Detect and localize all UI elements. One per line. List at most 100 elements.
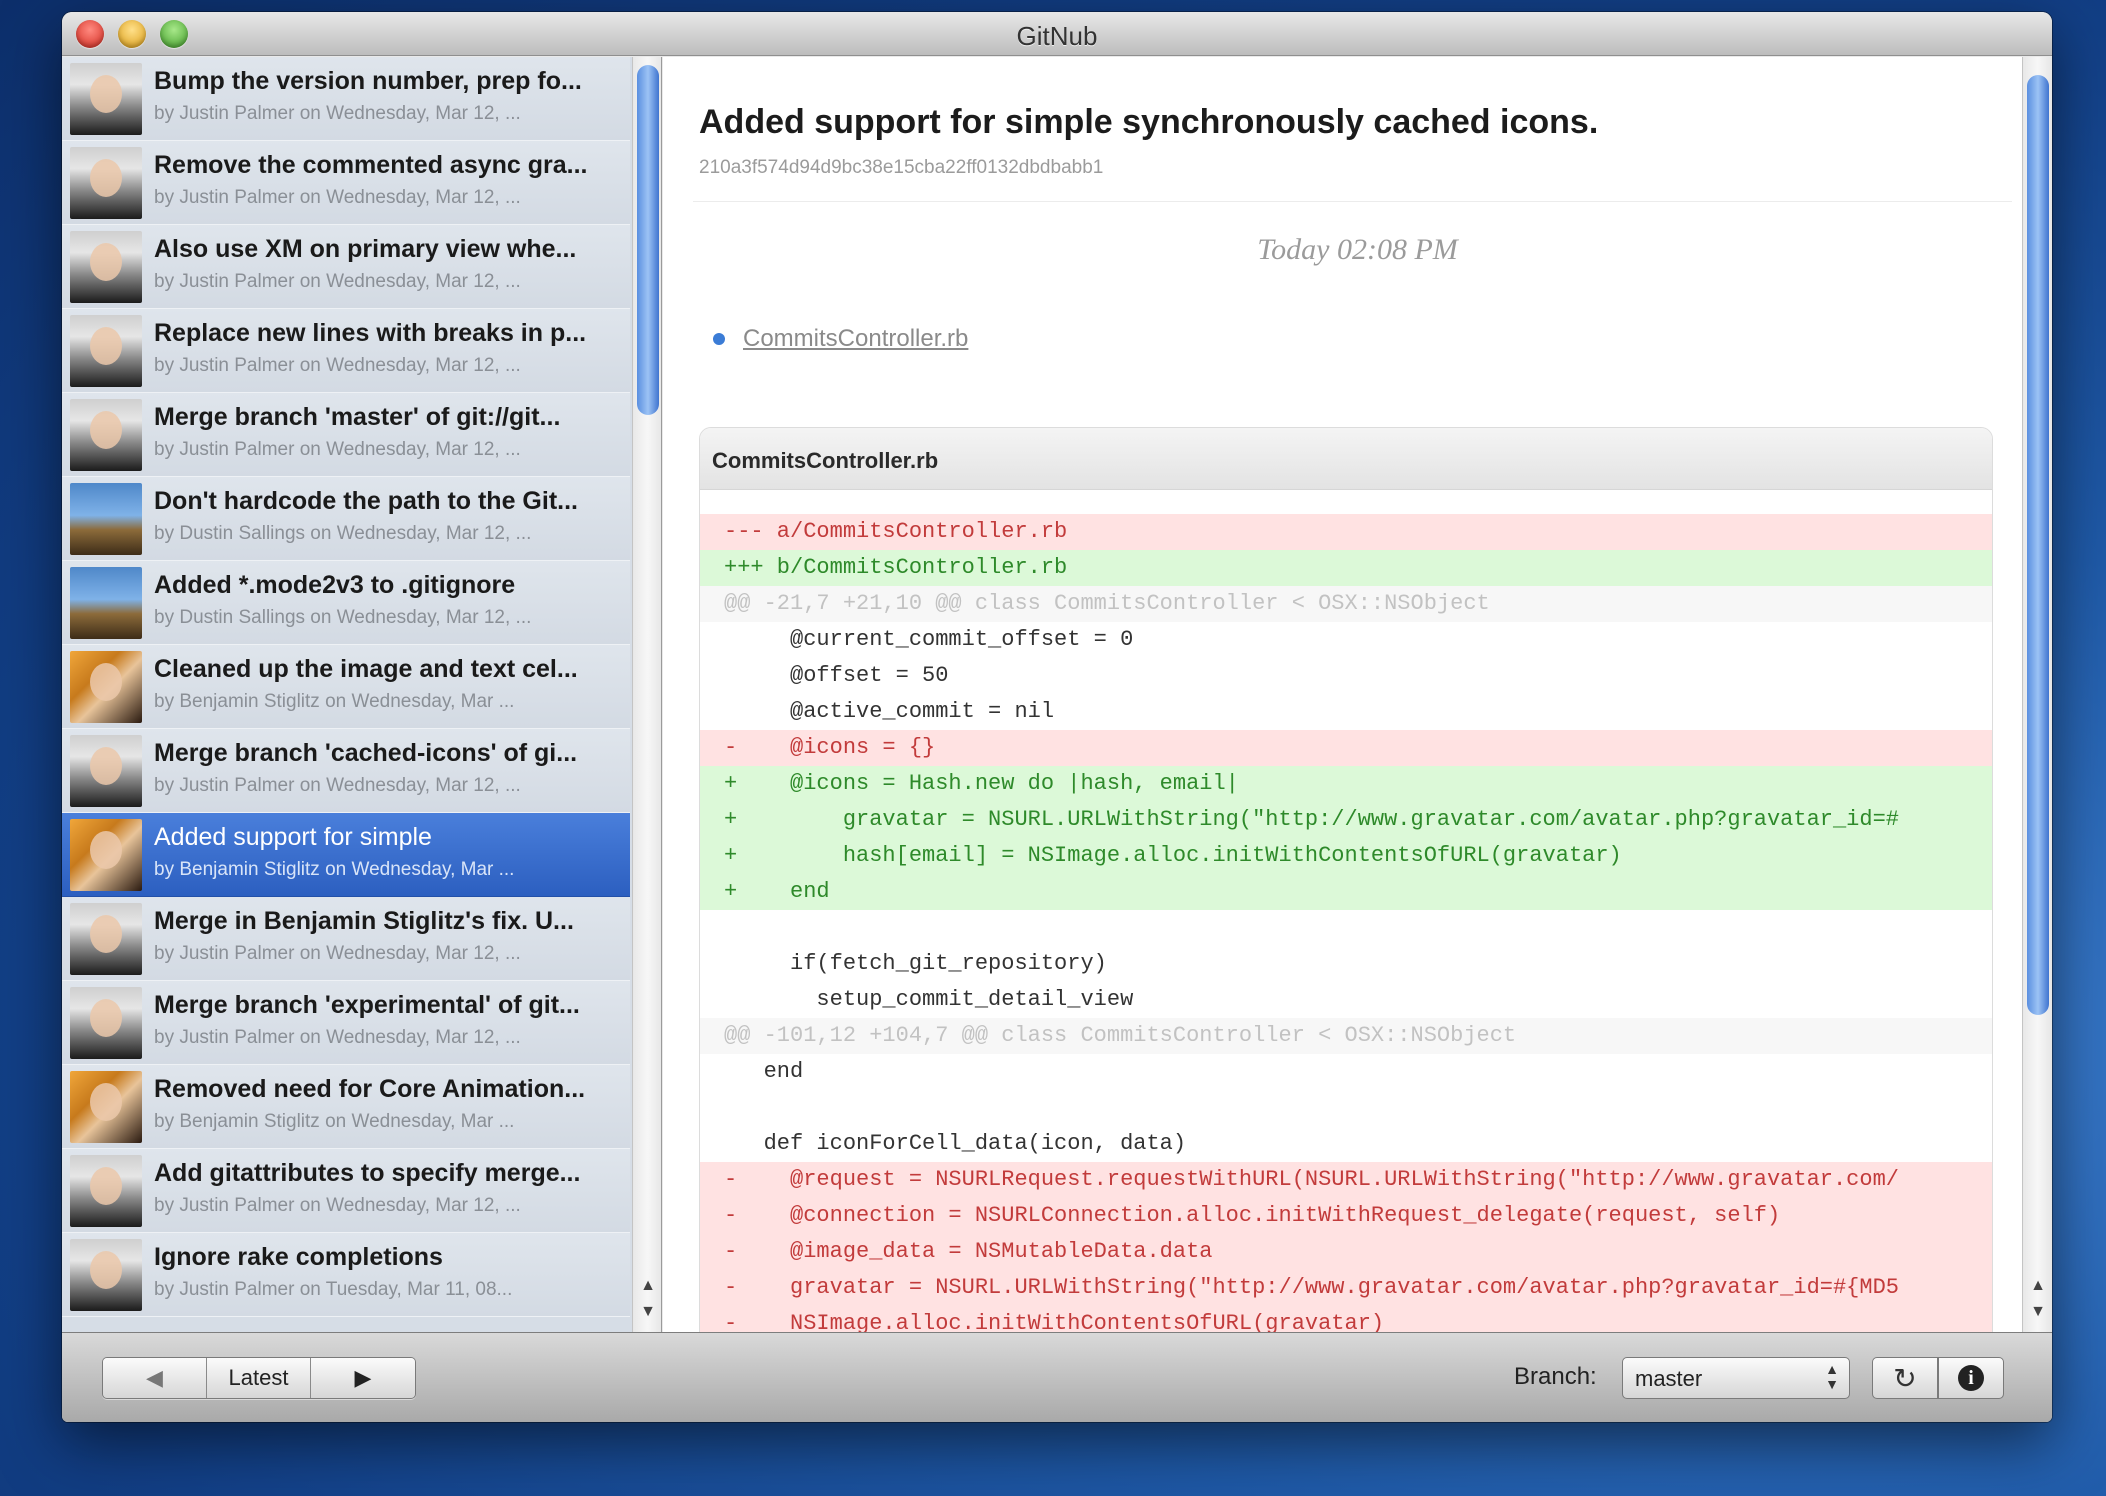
commit-title: Bump the version number, prep fo... [154, 67, 582, 95]
commit-list-item[interactable]: Cleaned up the image and text cel... by B… [62, 645, 630, 729]
diff-line-ctx: @current_commit_offset = 0 [724, 627, 1134, 652]
diff-line-ctx: if(fetch_git_repository) [724, 951, 1107, 976]
commit-list-item[interactable]: Added support for simple by Benjamin Stig… [62, 813, 630, 897]
avatar [70, 147, 142, 219]
avatar [70, 231, 142, 303]
diff-line-blank [700, 910, 1992, 946]
commit-author-date: by Dustin Sallings on Wednesday, Mar 12,… [154, 607, 532, 628]
diff-line-ctx: @active_commit = nil [724, 699, 1055, 724]
detail-scrollbar[interactable]: ▲ ▼ [2022, 57, 2052, 1332]
commit-title: Don't hardcode the path to the Git... [154, 487, 578, 515]
commit-heading: Added support for simple synchronously c… [699, 103, 1599, 141]
diff-line-add: + gravatar = NSURL.URLWithString("http:/… [700, 802, 1992, 838]
next-commit-button[interactable]: ▶ [311, 1358, 415, 1398]
diff-panel: CommitsController.rb --- a/CommitsContro… [699, 427, 1993, 1332]
commit-list-item[interactable]: Merge branch 'master' of git://git... by … [62, 393, 630, 477]
commit-title: Cleaned up the image and text cel... [154, 655, 578, 683]
commit-title: Remove the commented async gra... [154, 151, 588, 179]
avatar [70, 651, 142, 723]
commit-title: Replace new lines with breaks in p... [154, 319, 587, 347]
commit-detail-pane: Added support for simple synchronously c… [663, 57, 2052, 1332]
refresh-icon: ↻ [1893, 1362, 1917, 1394]
commit-list: Bump the version number, prep fo... by Ju… [62, 57, 630, 1317]
commit-title: Merge branch 'experimental' of git... [154, 991, 580, 1019]
avatar [70, 483, 142, 555]
commit-list-item[interactable]: Merge in Benjamin Stiglitz's fix. U... by… [62, 897, 630, 981]
commit-list-item[interactable]: Add gitattributes to specify merge... by … [62, 1149, 630, 1233]
commit-list-item[interactable]: Removed need for Core Animation... by Ben… [62, 1065, 630, 1149]
commit-author-date: by Benjamin Stiglitz on Wednesday, Mar .… [154, 691, 515, 712]
commit-sha: 210a3f574d94d9bc38e15cba22ff0132dbdbabb1 [699, 157, 1104, 178]
detail-scroll-thumb[interactable] [2027, 75, 2049, 1015]
commit-list-item[interactable]: Bump the version number, prep fo... by Ju… [62, 57, 630, 141]
commit-list-item[interactable]: Added *.mode2v3 to .gitignore by Dustin S… [62, 561, 630, 645]
detail-scroll-down-arrow-icon[interactable]: ▼ [2027, 1301, 2049, 1323]
diff-lines: --- a/CommitsController.rb +++ b/CommitsC… [700, 490, 1992, 1332]
changed-file-link[interactable]: CommitsController.rb [743, 325, 968, 353]
commit-list-scroll-thumb[interactable] [637, 65, 659, 415]
changed-file-item: CommitsController.rb [713, 325, 968, 353]
bottom-toolbar: ◀ Latest ▶ Branch: master ▲ ▼ ↻ i [62, 1332, 2052, 1422]
commit-list-scrollbar[interactable]: ▲ ▼ [632, 57, 661, 1332]
info-button[interactable]: i [1938, 1357, 2004, 1399]
diff-line-del: - NSImage.alloc.initWithContentsOfURL(gr… [700, 1306, 1992, 1332]
commit-title: Added support for simple [154, 823, 432, 851]
commit-list-item[interactable]: Don't hardcode the path to the Git... by … [62, 477, 630, 561]
avatar [70, 987, 142, 1059]
avatar [70, 1155, 142, 1227]
commit-sidebar: Bump the version number, prep fo... by Ju… [62, 57, 662, 1332]
commit-title: Removed need for Core Animation... [154, 1075, 586, 1103]
commit-title: Merge in Benjamin Stiglitz's fix. U... [154, 907, 574, 935]
commit-author-date: by Justin Palmer on Wednesday, Mar 12, .… [154, 103, 521, 124]
commit-title: Merge branch 'cached-icons' of gi... [154, 739, 578, 767]
diff-line-ctx: setup_commit_detail_view [724, 987, 1134, 1012]
commit-author-date: by Justin Palmer on Wednesday, Mar 12, .… [154, 187, 521, 208]
diff-line-add: + @icons = Hash.new do |hash, email| [700, 766, 1992, 802]
commit-author-date: by Benjamin Stiglitz on Wednesday, Mar .… [154, 1111, 515, 1132]
commit-author-date: by Justin Palmer on Wednesday, Mar 12, .… [154, 943, 521, 964]
commit-list-item[interactable]: Ignore rake completions by Justin Palmer … [62, 1233, 630, 1317]
scroll-down-arrow-icon[interactable]: ▼ [637, 1301, 659, 1323]
previous-commit-button[interactable]: ◀ [103, 1358, 207, 1398]
diff-line-hunk: @@ -21,7 +21,10 @@ class CommitsControll… [700, 586, 1992, 622]
diff-line-del: - @connection = NSURLConnection.alloc.in… [700, 1198, 1992, 1234]
avatar [70, 735, 142, 807]
commit-list-item[interactable]: Replace new lines with breaks in p... by … [62, 309, 630, 393]
avatar [70, 567, 142, 639]
diff-line-ctx: @offset = 50 [724, 663, 949, 688]
diff-line-del: - @icons = {} [700, 730, 1992, 766]
diff-file-header: CommitsController.rb [700, 428, 1992, 490]
commit-author-date: by Benjamin Stiglitz on Wednesday, Mar .… [154, 859, 515, 880]
branch-select[interactable]: master ▲ ▼ [1622, 1357, 1850, 1399]
diff-line-del: - @image_data = NSMutableData.data [700, 1234, 1992, 1270]
commit-author-date: by Justin Palmer on Wednesday, Mar 12, .… [154, 271, 521, 292]
refresh-button[interactable]: ↻ [1872, 1357, 1938, 1399]
commit-author-date: by Justin Palmer on Wednesday, Mar 12, .… [154, 1195, 521, 1216]
divider [693, 201, 2012, 202]
avatar [70, 903, 142, 975]
commit-list-item[interactable]: Remove the commented async gra... by Just… [62, 141, 630, 225]
commit-date: Today 02:08 PM [1257, 233, 1458, 266]
commit-author-date: by Dustin Sallings on Wednesday, Mar 12,… [154, 523, 532, 544]
commit-list-item[interactable]: Also use XM on primary view whe... by Jus… [62, 225, 630, 309]
avatar [70, 315, 142, 387]
avatar [70, 819, 142, 891]
detail-scroll-up-arrow-icon[interactable]: ▲ [2027, 1275, 2049, 1297]
avatar [70, 1071, 142, 1143]
diff-line-del: - gravatar = NSURL.URLWithString("http:/… [700, 1270, 1992, 1306]
commit-author-date: by Justin Palmer on Wednesday, Mar 12, .… [154, 355, 521, 376]
navigation-segmented-control: ◀ Latest ▶ [102, 1357, 416, 1399]
scroll-up-arrow-icon[interactable]: ▲ [637, 1275, 659, 1297]
commit-author-date: by Justin Palmer on Wednesday, Mar 12, .… [154, 439, 521, 460]
title-bar: GitNub [62, 12, 2052, 56]
commit-list-item[interactable]: Merge branch 'cached-icons' of gi... by J… [62, 729, 630, 813]
diff-line-ctx: end [724, 1059, 804, 1084]
diff-line-hunk: @@ -101,12 +104,7 @@ class CommitsContro… [700, 1018, 1992, 1054]
diff-line-add: +++ b/CommitsController.rb [700, 550, 1992, 586]
bullet-icon [713, 333, 725, 345]
info-icon: i [1958, 1365, 1984, 1391]
commit-title: Merge branch 'master' of git://git... [154, 403, 561, 431]
diff-line-add: + end [700, 874, 1992, 910]
commit-list-item[interactable]: Merge branch 'experimental' of git... by … [62, 981, 630, 1065]
latest-commit-button[interactable]: Latest [207, 1358, 311, 1398]
